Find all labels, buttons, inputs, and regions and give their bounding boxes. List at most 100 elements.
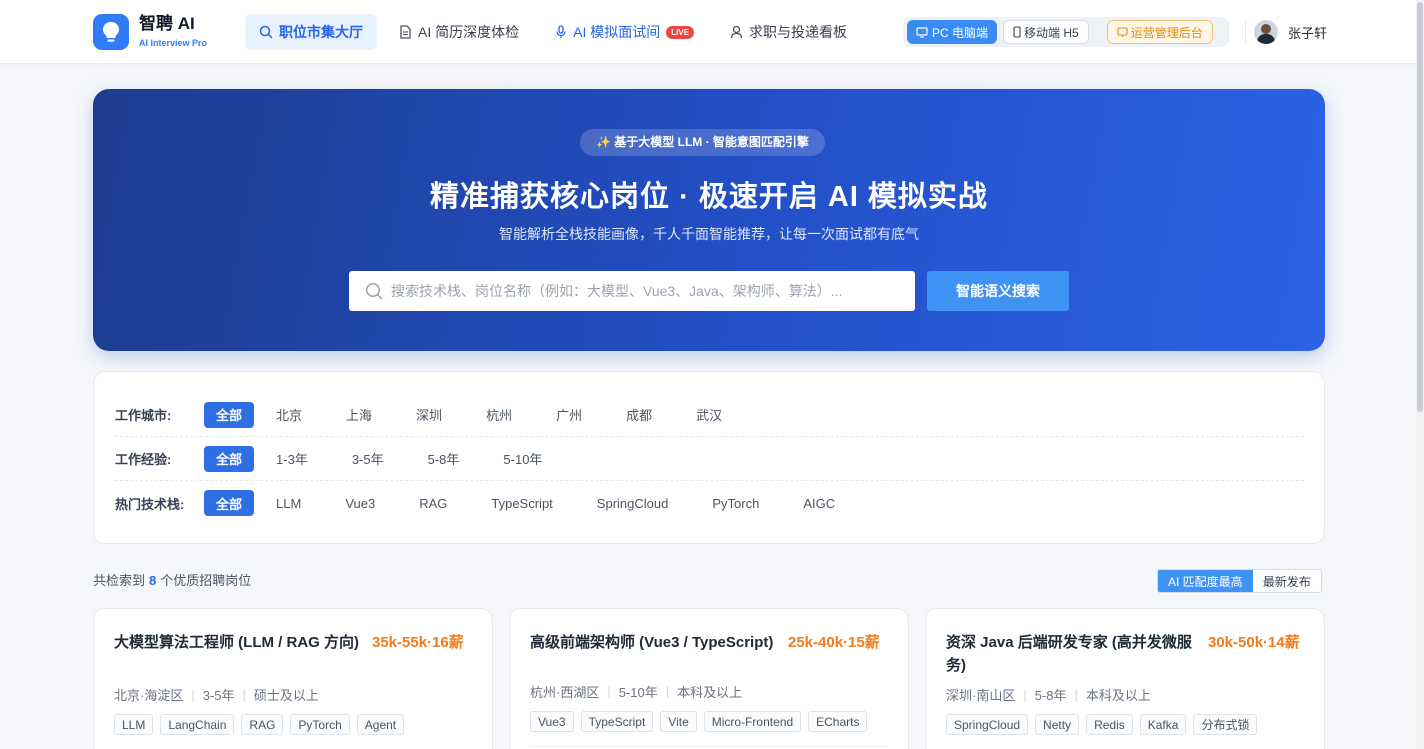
sort-latest-button[interactable]: 最新发布 — [1253, 570, 1321, 592]
city-chip-shanghai[interactable]: 上海 — [334, 402, 384, 428]
job-location: 杭州·西湖区 — [530, 685, 600, 700]
nav-mock-interview[interactable]: AI 模拟面试间 LIVE — [541, 14, 708, 50]
dashboard-icon — [1117, 26, 1128, 37]
mobile-mode-label: 移动端 H5 — [1024, 25, 1079, 40]
job-meta: 杭州·西湖区 | 5-10年 | 本科及以上 — [530, 684, 743, 700]
brand-logo[interactable]: 智聘 AI AI Interview Pro — [93, 14, 207, 50]
job-tag: ECharts — [808, 711, 868, 732]
city-chip-shenzhen[interactable]: 深圳 — [404, 402, 454, 428]
job-experience: 3-5年 — [202, 688, 235, 703]
nav-job-market[interactable]: 职位市集大厅 — [245, 14, 377, 50]
avatar — [1254, 20, 1278, 44]
filter-label-city: 工作城市: — [115, 408, 172, 423]
job-tag: Agent — [356, 714, 405, 735]
city-chip-beijing[interactable]: 北京 — [264, 402, 314, 428]
job-salary: 35k-55k·16薪 — [372, 634, 464, 651]
exp-chip-1-3[interactable]: 1-3年 — [264, 446, 320, 472]
result-suffix: 个优质招聘岗位 — [160, 573, 252, 588]
tech-chip-vue3[interactable]: Vue3 — [333, 490, 387, 516]
job-tags: Vue3 TypeScript Vite Micro-Frontend ECha… — [530, 711, 874, 732]
monitor-icon — [916, 26, 928, 38]
job-tag: SpringCloud — [946, 714, 1029, 735]
job-education: 本科及以上 — [1085, 688, 1151, 703]
pc-mode-label: PC 电脑端 — [932, 25, 989, 40]
search-input[interactable] — [391, 283, 891, 299]
tech-chip-springcloud[interactable]: SpringCloud — [585, 490, 681, 516]
city-chip-wuhan[interactable]: 武汉 — [684, 402, 734, 428]
tech-chip-all[interactable]: 全部 — [204, 490, 255, 516]
pc-mode-button[interactable]: PC 电脑端 — [907, 20, 998, 44]
job-experience: 5-10年 — [618, 685, 658, 700]
semantic-search-button[interactable]: 智能语义搜索 — [927, 271, 1069, 311]
tech-chip-rag[interactable]: RAG — [407, 490, 459, 516]
job-tags: LLM LangChain RAG PyTorch Agent — [114, 714, 411, 735]
brand-name: 智聘 AI — [139, 14, 195, 33]
platform-switcher: PC 电脑端 移动端 H5 运营管理后台 — [903, 17, 1229, 47]
user-menu[interactable]: 张子轩 — [1254, 20, 1327, 44]
hero-subtitle: 智能解析全栈技能画像，千人千面智能推荐，让每一次面试都有底气 — [499, 226, 919, 242]
hero-title: 精准捕获核心岗位 · 极速开启 AI 模拟实战 — [430, 181, 988, 213]
search-icon — [259, 25, 273, 39]
job-title: 高级前端架构师 (Vue3 / TypeScript) — [530, 634, 774, 651]
job-location: 北京·海淀区 — [114, 688, 184, 703]
user-name: 张子轩 — [1288, 25, 1328, 41]
admin-console-label: 运营管理后台 — [1130, 25, 1203, 40]
search-box — [349, 271, 915, 311]
city-chip-guangzhou[interactable]: 广州 — [544, 402, 594, 428]
job-tag: PyTorch — [290, 714, 350, 735]
sort-ai-match-button[interactable]: AI 匹配度最高 — [1158, 570, 1253, 592]
job-tag: 分布式锁 — [1193, 714, 1258, 735]
result-prefix: 共检索到 — [93, 573, 146, 588]
scrollbar-thumb[interactable] — [1417, 2, 1423, 412]
phone-icon — [1013, 26, 1021, 38]
hero-badge: ✨ 基于大模型 LLM · 智能意图匹配引擎 — [580, 129, 825, 156]
nav-label: AI 简历深度体检 — [418, 24, 520, 40]
exp-chip-3-5[interactable]: 3-5年 — [340, 446, 396, 472]
card-divider — [530, 746, 888, 747]
exp-chip-5-8[interactable]: 5-8年 — [416, 446, 472, 472]
job-tag: TypeScript — [580, 711, 654, 732]
sort-toggle: AI 匹配度最高 最新发布 — [1157, 569, 1322, 593]
job-card[interactable]: 大模型算法工程师 (LLM / RAG 方向) 35k-55k·16薪 北京·海… — [93, 608, 493, 749]
live-badge: LIVE — [666, 25, 695, 39]
exp-chip-5-10[interactable]: 5-10年 — [491, 446, 554, 472]
filter-row-city: 工作城市: 全部 北京 上海 深圳 杭州 广州 成都 武汉 — [115, 393, 1304, 437]
result-count: 共检索到 8 个优质招聘岗位 — [93, 570, 251, 589]
header-divider — [1245, 20, 1246, 44]
exp-chip-all[interactable]: 全部 — [204, 445, 255, 472]
job-card[interactable]: 高级前端架构师 (Vue3 / TypeScript) 25k-40k·15薪 … — [509, 608, 909, 749]
job-tag: RAG — [241, 714, 284, 735]
nav-label: 求职与投递看板 — [749, 24, 848, 40]
job-tag: LangChain — [160, 714, 235, 735]
result-number: 8 — [149, 573, 157, 588]
nav-label: AI 模拟面试间 — [573, 24, 661, 40]
job-tag: Redis — [1086, 714, 1133, 735]
user-icon — [730, 25, 743, 39]
microphone-icon — [556, 25, 566, 38]
job-education: 硕士及以上 — [253, 688, 319, 703]
job-title: 资深 Java 后端研发专家 (高并发微服务) — [946, 634, 1192, 674]
page-scrollbar[interactable] — [1416, 0, 1424, 749]
city-chip-chengdu[interactable]: 成都 — [614, 402, 664, 428]
filter-label-experience: 工作经验: — [115, 452, 172, 467]
admin-console-button[interactable]: 运营管理后台 — [1106, 20, 1213, 44]
tech-chip-typescript[interactable]: TypeScript — [479, 490, 564, 516]
main-nav: 职位市集大厅 AI 简历深度体检 AI 模拟面试间 LIVE 求职与投递看板 — [245, 14, 869, 50]
filter-panel: 工作城市: 全部 北京 上海 深圳 杭州 广州 成都 武汉 工作经验: 全部 1… — [93, 371, 1325, 544]
job-card[interactable]: 资深 Java 后端研发专家 (高并发微服务) 30k-50k·14薪 深圳·南… — [925, 608, 1325, 749]
city-chip-hangzhou[interactable]: 杭州 — [474, 402, 524, 428]
filter-row-tech: 热门技术栈: 全部 LLM Vue3 RAG TypeScript Spring… — [115, 481, 1304, 525]
mobile-mode-button[interactable]: 移动端 H5 — [1003, 20, 1089, 44]
tech-chip-aigc[interactable]: AIGC — [791, 490, 847, 516]
city-chip-all[interactable]: 全部 — [204, 401, 255, 428]
job-experience: 5-8年 — [1034, 688, 1067, 703]
tech-chip-llm[interactable]: LLM — [264, 490, 313, 516]
top-navigation-bar: 智聘 AI AI Interview Pro 职位市集大厅 AI 简历深度体检 … — [0, 0, 1424, 64]
nav-resume-check[interactable]: AI 简历深度体检 — [385, 14, 533, 50]
job-tag: Vue3 — [530, 711, 574, 732]
job-salary: 30k-50k·14薪 — [1208, 634, 1300, 651]
tech-chip-pytorch[interactable]: PyTorch — [700, 490, 771, 516]
nav-application-board[interactable]: 求职与投递看板 — [716, 14, 861, 50]
nav-label: 职位市集大厅 — [279, 24, 363, 40]
job-tag: Vite — [660, 711, 697, 732]
